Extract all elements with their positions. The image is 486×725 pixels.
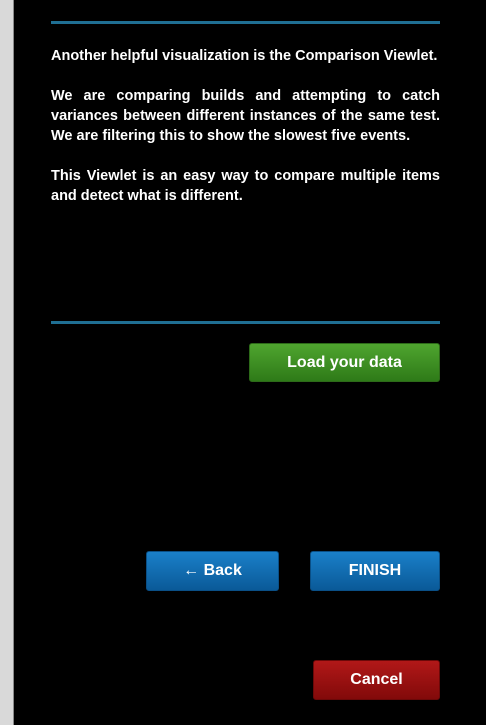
back-button[interactable]: ← Back <box>146 551 279 591</box>
wizard-panel: Another helpful visualization is the Com… <box>13 0 486 725</box>
paragraph-details: We are comparing builds and attempting t… <box>51 88 440 144</box>
description-text: Another helpful visualization is the Com… <box>51 46 440 226</box>
paragraph-summary: This Viewlet is an easy way to compare m… <box>51 168 440 204</box>
paragraph-intro: Another helpful visualization is the Com… <box>51 48 438 64</box>
bottom-divider <box>51 321 440 324</box>
top-divider <box>51 21 440 24</box>
cancel-button[interactable]: Cancel <box>313 660 440 700</box>
finish-button[interactable]: FINISH <box>310 551 440 591</box>
load-data-button[interactable]: Load your data <box>249 343 440 382</box>
